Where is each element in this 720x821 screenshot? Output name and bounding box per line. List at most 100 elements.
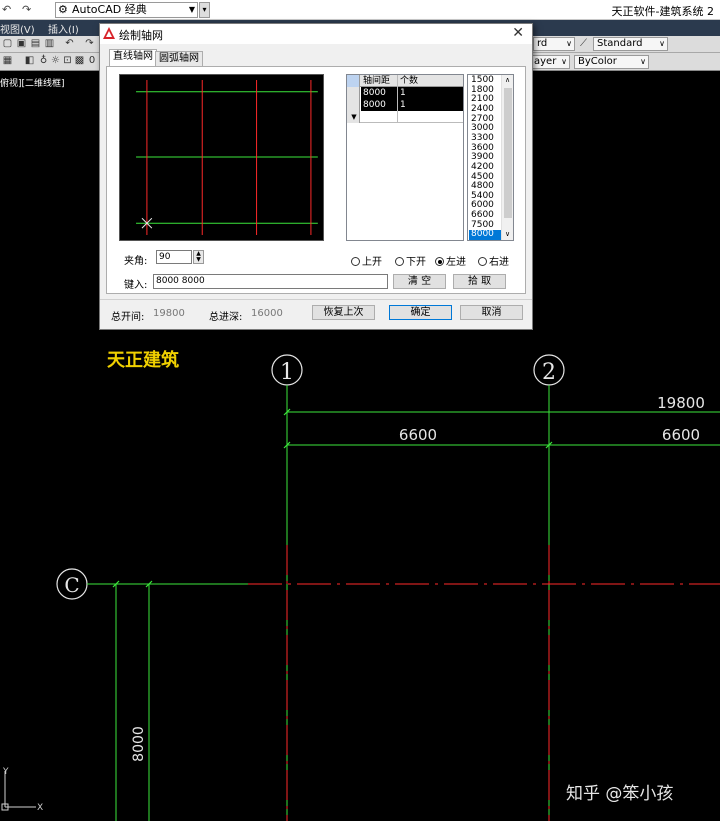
dim-style-value: Standard	[597, 38, 643, 49]
total-depth-value: 16000	[251, 308, 283, 319]
tab-straight-grid[interactable]: 直线轴网	[109, 49, 157, 67]
radio-bottom-open[interactable]: 下开	[395, 253, 426, 268]
table-new-row[interactable]: ▼	[347, 111, 463, 123]
quick-access-dropdown-icon[interactable]: ▾	[199, 2, 210, 18]
undo-icon[interactable]: ↶	[2, 2, 16, 17]
list-scrollbar[interactable]: ∧ ∨	[501, 75, 513, 240]
layer-color-icon[interactable]: ▩	[74, 55, 85, 67]
radio-indicator	[435, 257, 444, 266]
dim-style-icon: ⟋	[580, 38, 587, 49]
radio-label: 上开	[362, 257, 382, 268]
ucs-icon: Y X	[1, 767, 43, 813]
menu-view[interactable]: 视图(V)	[0, 21, 35, 36]
radio-label: 右进	[489, 257, 509, 268]
chevron-down-icon: ∨	[566, 39, 572, 48]
tab-arc-grid[interactable]: 圆弧轴网	[155, 51, 203, 67]
chevron-down-icon: ∨	[640, 57, 646, 66]
clear-button[interactable]: 清 空	[393, 274, 446, 289]
table-row[interactable]: 8000 1	[347, 87, 463, 99]
cell-spacing[interactable]: 8000	[361, 87, 398, 99]
redo-icon[interactable]: ↷	[22, 2, 36, 17]
radio-top-open[interactable]: 上开	[351, 253, 382, 268]
cell-spacing[interactable]: 8000	[361, 99, 398, 111]
scroll-up-icon[interactable]: ∧	[502, 75, 513, 86]
angle-input[interactable]: 90	[156, 250, 192, 264]
draw-grid-dialog: 绘制轴网 ✕ 直线轴网 圆弧轴网 轴间距 个数 8000 1 8000 1 ▼ …	[99, 23, 533, 330]
axis-label-c: C	[64, 573, 79, 597]
layer-manager-icon[interactable]: ▦	[2, 55, 13, 67]
cancel-button[interactable]: 取消	[460, 305, 523, 320]
autocad-logo-icon	[103, 27, 115, 39]
redo-toolbar-icon[interactable]: ↷	[84, 38, 95, 50]
cell-count[interactable]: 1	[398, 99, 463, 111]
dim-total-text: 19800	[657, 394, 705, 412]
radio-label: 下开	[406, 257, 426, 268]
drawing-canvas[interactable]: 1 2 19800 6600 6600 C 8000	[0, 330, 720, 821]
dim-depth-text: 8000	[131, 726, 147, 762]
total-width-value: 19800	[153, 308, 185, 319]
radio-indicator	[351, 257, 360, 266]
radio-right-depth[interactable]: 右进	[478, 253, 509, 268]
cell-count-empty[interactable]	[398, 111, 463, 123]
scroll-down-icon[interactable]: ∨	[502, 229, 513, 240]
brand-watermark: 天正建筑	[107, 350, 179, 371]
ucs-x-label: X	[37, 803, 43, 813]
menu-insert[interactable]: 插入(I)	[48, 21, 79, 36]
angle-label: 夹角:	[124, 256, 148, 267]
spacing-table[interactable]: 轴间距 个数 8000 1 8000 1 ▼	[346, 74, 464, 241]
save-icon[interactable]: ▤	[30, 38, 41, 50]
radio-label: 左进	[446, 257, 466, 268]
total-width-label: 总开间:	[111, 312, 145, 323]
color-select[interactable]: ByColor ∨	[574, 55, 649, 69]
workspace-label: AutoCAD 经典	[72, 3, 147, 16]
lock-icon[interactable]: ⊡	[62, 55, 73, 67]
ucs-y-label: Y	[2, 767, 9, 777]
undo-toolbar-icon[interactable]: ↶	[64, 38, 75, 50]
grid-preview	[119, 74, 324, 241]
key-input[interactable]: 8000 8000	[153, 274, 388, 289]
layer-value: ayer	[534, 56, 557, 67]
open-file-icon[interactable]: ▣	[16, 38, 27, 50]
sun-icon[interactable]: ☼	[50, 55, 61, 67]
table-corner	[347, 75, 360, 87]
new-file-icon[interactable]: ▢	[2, 38, 13, 50]
text-style-select[interactable]: rd ∨	[533, 37, 575, 51]
close-icon[interactable]: ✕	[512, 25, 524, 41]
cell-spacing-empty[interactable]	[361, 111, 398, 123]
ok-button[interactable]: 确定	[389, 305, 452, 320]
row-header[interactable]	[347, 87, 360, 99]
chevron-down-icon: ∨	[561, 57, 567, 66]
cell-count[interactable]: 1	[398, 87, 463, 99]
radio-indicator	[395, 257, 404, 266]
viewport-label[interactable]: 俯视][二维线框]	[0, 76, 65, 89]
layer-state-icon[interactable]: ◧	[24, 55, 35, 67]
axis-label-2: 2	[542, 360, 556, 385]
radio-left-depth[interactable]: 左进	[435, 253, 466, 268]
scroll-thumb[interactable]	[504, 88, 512, 218]
app-title: 天正软件-建筑系统 2	[611, 5, 714, 18]
new-row-arrow-icon[interactable]: ▼	[347, 111, 360, 123]
footer-divider	[100, 299, 532, 300]
gear-icon: ⚙	[58, 3, 68, 16]
header-spacing: 轴间距	[361, 75, 398, 87]
table-row[interactable]: 8000 1	[347, 99, 463, 111]
dialog-title-bar[interactable]: 绘制轴网 ✕	[100, 24, 532, 44]
list-item[interactable]: 8000	[469, 230, 502, 241]
title-bar: ↶ ↷ ⚙ AutoCAD 经典 ▼ ▾ 天正软件-建筑系统 2	[0, 0, 720, 20]
radio-indicator	[478, 257, 487, 266]
dim-seg-2-text: 6600	[662, 426, 700, 444]
angle-spinner[interactable]: ▲ ▼	[193, 250, 204, 264]
header-count: 个数	[400, 76, 419, 86]
color-value: ByColor	[578, 56, 617, 67]
lightbulb-icon[interactable]: ♁	[38, 55, 49, 67]
restore-last-button[interactable]: 恢复上次	[312, 305, 375, 320]
workspace-select[interactable]: ⚙ AutoCAD 经典 ▼	[55, 2, 198, 18]
layer-select[interactable]: ayer ∨	[530, 55, 570, 69]
spacing-preset-list[interactable]: 1500 1800 2100 2400 2700 3000 3300 3600 3900 4200…	[467, 74, 514, 241]
row-header[interactable]	[347, 99, 360, 111]
print-icon[interactable]: ▥	[44, 38, 55, 50]
chevron-down-icon: ∨	[659, 39, 665, 48]
dim-style-select[interactable]: Standard ∨	[593, 37, 668, 51]
layer-number: 0	[88, 55, 96, 66]
pick-button[interactable]: 拾 取	[453, 274, 506, 289]
